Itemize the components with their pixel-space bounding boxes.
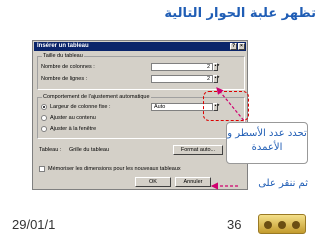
columns-label: Nombre de colonnes : — [41, 64, 95, 70]
remember-label: Mémoriser les dimensions pour les nouvea… — [48, 166, 181, 172]
help-icon[interactable]: ? — [230, 43, 237, 50]
columns-spinner[interactable]: ▲▼ — [213, 63, 220, 71]
autoformat-button[interactable]: Format auto... — [173, 145, 223, 155]
cancel-button[interactable]: Annuler — [175, 177, 211, 187]
size-group: Taille du tableau — [37, 53, 245, 90]
dialog-titlebar: Insérer un tableau ? × — [34, 42, 246, 51]
size-group-title: Taille du tableau — [42, 53, 84, 59]
rows-cols-highlight — [203, 91, 249, 121]
remember-checkbox[interactable] — [39, 166, 45, 172]
close-icon[interactable]: × — [238, 43, 245, 50]
autofit-window-radio[interactable] — [41, 126, 47, 132]
autofit-group-title: Comportement de l'ajustement automatique — [42, 94, 151, 100]
logo-icon — [258, 214, 306, 234]
rows-spinner[interactable]: ▲▼ — [213, 75, 220, 83]
rows-cols-callout: تحدد عدد الأسطر و الأعمدة — [226, 122, 308, 164]
ok-button[interactable]: OK — [135, 177, 171, 187]
autofit-contents-label: Ajuster au contenu — [50, 115, 96, 121]
click-callout: ثم ننقر على — [258, 178, 308, 189]
rows-input[interactable]: 2 — [151, 75, 213, 83]
slide-page-number: 36 — [227, 217, 242, 232]
autofit-contents-radio[interactable] — [41, 115, 47, 121]
fixed-width-radio[interactable] — [41, 104, 47, 110]
slide-date: 29/01/1 — [12, 217, 56, 232]
insert-table-dialog: Insérer un tableau ? × Taille du tableau… — [32, 40, 249, 190]
table-style-label: Tableau : — [39, 147, 62, 153]
slide-title: تظهر علبة الحوار التالية — [164, 6, 316, 21]
autofit-window-label: Ajuster à la fenêtre — [50, 126, 97, 132]
dialog-title: Insérer un tableau — [37, 43, 89, 49]
rows-label: Nombre de lignes : — [41, 76, 88, 82]
columns-input[interactable]: 2 — [151, 63, 213, 71]
fixed-width-label: Largeur de colonne fixe : — [50, 104, 111, 110]
table-style-value: Grille du tableau — [69, 147, 110, 153]
